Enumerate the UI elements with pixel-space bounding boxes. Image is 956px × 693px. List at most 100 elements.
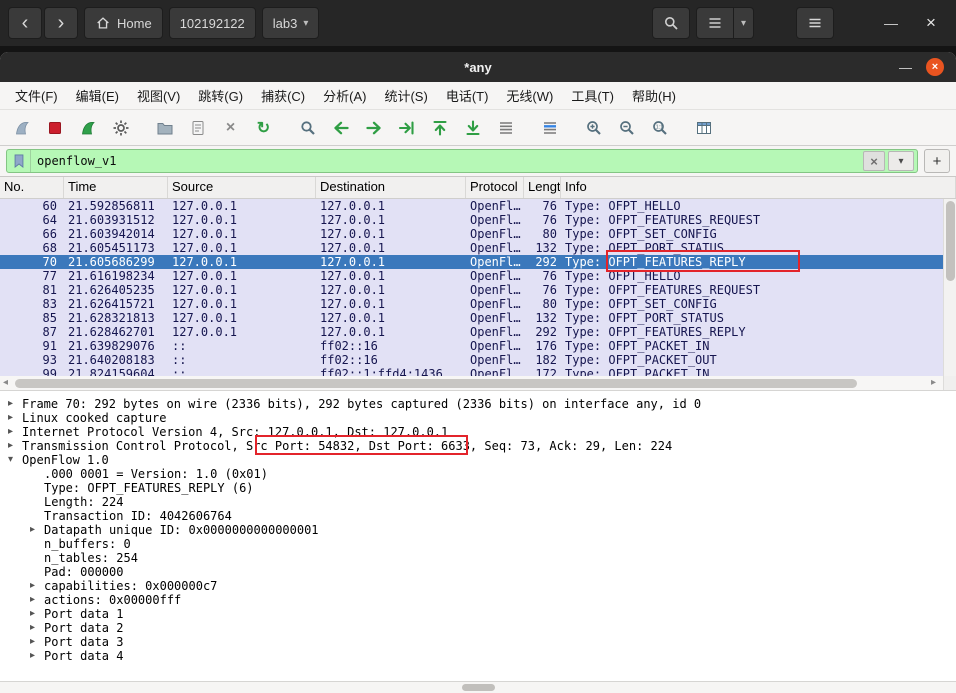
minimize-button[interactable]: — bbox=[899, 60, 912, 75]
packet-row-60[interactable]: 60 21.592856811 127.0.0.1 127.0.0.1 OpenFl… 7… bbox=[0, 199, 943, 213]
reload-button[interactable]: ↻ bbox=[248, 114, 279, 142]
restart-capture-button[interactable] bbox=[72, 114, 103, 142]
menu-item-3[interactable]: 跳转(G) bbox=[189, 86, 252, 105]
detail-line-14[interactable]: ▸ actions: 0x00000fff bbox=[0, 593, 956, 607]
zoom-out-button[interactable] bbox=[611, 114, 642, 142]
list-view-button[interactable] bbox=[696, 7, 734, 39]
expanded-arrow-icon[interactable]: ▾ bbox=[8, 453, 22, 467]
detail-line-11[interactable]: n_tables: 254 bbox=[0, 551, 956, 565]
bookmark-icon[interactable] bbox=[7, 150, 31, 172]
column-header-time[interactable]: Time bbox=[64, 177, 168, 198]
column-header-no[interactable]: No. bbox=[0, 177, 64, 198]
close-button[interactable]: × bbox=[926, 58, 944, 76]
collapsed-arrow-icon[interactable]: ▸ bbox=[30, 593, 44, 607]
auto-scroll-button[interactable] bbox=[490, 114, 521, 142]
stop-capture-button[interactable] bbox=[39, 114, 70, 142]
packet-row-83[interactable]: 83 21.626415721 127.0.0.1 127.0.0.1 OpenFl… 8… bbox=[0, 297, 943, 311]
detail-line-2[interactable]: ▸ Internet Protocol Version 4, Src: 127.0… bbox=[0, 425, 956, 439]
collapsed-arrow-icon[interactable]: ▸ bbox=[30, 635, 44, 649]
detail-line-17[interactable]: ▸ Port data 3 bbox=[0, 635, 956, 649]
pathbar-102192122[interactable]: 102192122 bbox=[168, 7, 256, 39]
capture-options-button[interactable] bbox=[105, 114, 136, 142]
packet-row-91[interactable]: 91 21.639829076:: ff02::16 OpenFl… 176 Type: … bbox=[0, 339, 943, 353]
detail-line-9[interactable]: ▸ Datapath unique ID: 0x0000000000000001 bbox=[0, 523, 956, 537]
hamburger-menu-button[interactable] bbox=[796, 7, 834, 39]
filter-add-button[interactable]: + bbox=[924, 149, 950, 173]
filter-dropdown-button[interactable]: ▾ bbox=[888, 151, 914, 171]
detail-line-15[interactable]: ▸ Port data 1 bbox=[0, 607, 956, 621]
save-file-button[interactable] bbox=[182, 114, 213, 142]
zoom-reset-button[interactable]: 1:1 bbox=[644, 114, 675, 142]
zoom-in-button[interactable] bbox=[578, 114, 609, 142]
wireshark-titlebar[interactable]: *any — × bbox=[0, 52, 956, 82]
vertical-scrollbar[interactable] bbox=[943, 199, 956, 376]
detail-line-6[interactable]: Type: OFPT_FEATURES_REPLY (6) bbox=[0, 481, 956, 495]
colorize-button[interactable] bbox=[534, 114, 565, 142]
collapsed-arrow-icon[interactable]: ▸ bbox=[8, 425, 22, 439]
detail-line-13[interactable]: ▸ capabilities: 0x000000c7 bbox=[0, 579, 956, 593]
fm-minimize-button[interactable]: — bbox=[874, 7, 908, 39]
detail-line-10[interactable]: n_buffers: 0 bbox=[0, 537, 956, 551]
go-to-packet-button[interactable] bbox=[391, 114, 422, 142]
pathbar-lab3[interactable]: lab3 ▾ bbox=[261, 7, 320, 39]
view-options-button[interactable]: ▾ bbox=[734, 7, 754, 39]
collapsed-arrow-icon[interactable]: ▸ bbox=[30, 523, 44, 537]
details-scrollbar-thumb[interactable] bbox=[462, 684, 495, 691]
packet-row-87[interactable]: 87 21.628462701 127.0.0.1 127.0.0.1 OpenFl… 2… bbox=[0, 325, 943, 339]
packet-row-99[interactable]: 99 21.824159604:: ff02::1:ffd4:1436 OpenFl…… bbox=[0, 367, 943, 376]
collapsed-arrow-icon[interactable]: ▸ bbox=[30, 607, 44, 621]
find-packet-button[interactable] bbox=[292, 114, 323, 142]
detail-line-4[interactable]: ▾ OpenFlow 1.0 bbox=[0, 453, 956, 467]
collapsed-arrow-icon[interactable]: ▸ bbox=[30, 649, 44, 663]
collapsed-arrow-icon[interactable]: ▸ bbox=[8, 411, 22, 425]
menu-item-9[interactable]: 工具(T) bbox=[562, 86, 623, 105]
pathbar-home[interactable]: Home bbox=[84, 7, 163, 39]
menu-item-7[interactable]: 电话(T) bbox=[437, 86, 498, 105]
horizontal-scrollbar[interactable]: ◂ ▸ bbox=[0, 376, 956, 391]
forward-button[interactable]: › bbox=[44, 7, 78, 39]
collapsed-arrow-icon[interactable]: ▸ bbox=[30, 621, 44, 635]
go-bottom-button[interactable] bbox=[457, 114, 488, 142]
collapsed-arrow-icon[interactable]: ▸ bbox=[30, 579, 44, 593]
detail-line-16[interactable]: ▸ Port data 2 bbox=[0, 621, 956, 635]
packet-row-64[interactable]: 64 21.603931512 127.0.0.1 127.0.0.1 OpenFl… 7… bbox=[0, 213, 943, 227]
go-back-button[interactable] bbox=[325, 114, 356, 142]
open-file-button[interactable] bbox=[149, 114, 180, 142]
column-header-protocol[interactable]: Protocol bbox=[466, 177, 524, 198]
packet-row-85[interactable]: 85 21.628321813 127.0.0.1 127.0.0.1 OpenFl… 1… bbox=[0, 311, 943, 325]
detail-line-1[interactable]: ▸ Linux cooked capture bbox=[0, 411, 956, 425]
go-top-button[interactable] bbox=[424, 114, 455, 142]
packet-row-70[interactable]: 70 21.605686299 127.0.0.1 127.0.0.1 OpenFl… 2… bbox=[0, 255, 943, 269]
packet-row-93[interactable]: 93 21.640208183:: ff02::16 OpenFl… 182 Type: … bbox=[0, 353, 943, 367]
menu-item-0[interactable]: 文件(F) bbox=[6, 86, 67, 105]
filter-clear-button[interactable]: × bbox=[863, 151, 885, 171]
detail-line-12[interactable]: Pad: 000000 bbox=[0, 565, 956, 579]
menu-item-6[interactable]: 统计(S) bbox=[375, 86, 436, 105]
detail-line-5[interactable]: .000 0001 = Version: 1.0 (0x01) bbox=[0, 467, 956, 481]
column-header-length[interactable]: Length bbox=[524, 177, 561, 198]
menu-item-5[interactable]: 分析(A) bbox=[314, 86, 375, 105]
menu-item-8[interactable]: 无线(W) bbox=[497, 86, 562, 105]
detail-line-7[interactable]: Length: 224 bbox=[0, 495, 956, 509]
packet-row-68[interactable]: 68 21.605451173 127.0.0.1 127.0.0.1 OpenFl… 1… bbox=[0, 241, 943, 255]
menu-item-4[interactable]: 捕获(C) bbox=[252, 86, 314, 105]
column-header-info[interactable]: Info bbox=[561, 177, 956, 198]
packet-row-77[interactable]: 77 21.616198234 127.0.0.1 127.0.0.1 OpenFl… 7… bbox=[0, 269, 943, 283]
menu-item-10[interactable]: 帮助(H) bbox=[623, 86, 685, 105]
search-button[interactable] bbox=[652, 7, 690, 39]
details-horizontal-scrollbar[interactable] bbox=[0, 681, 956, 693]
collapsed-arrow-icon[interactable]: ▸ bbox=[8, 439, 22, 453]
resize-columns-button[interactable] bbox=[688, 114, 719, 142]
detail-line-3[interactable]: ▸ Transmission Control Protocol, Src Port… bbox=[0, 439, 956, 453]
column-header-destination[interactable]: Destination bbox=[316, 177, 466, 198]
packet-row-66[interactable]: 66 21.603942014 127.0.0.1 127.0.0.1 OpenFl… 8… bbox=[0, 227, 943, 241]
fm-close-button[interactable]: × bbox=[914, 7, 948, 39]
scroll-right-icon[interactable]: ▸ bbox=[931, 377, 936, 388]
collapsed-arrow-icon[interactable]: ▸ bbox=[8, 397, 22, 411]
back-button[interactable]: ‹ bbox=[8, 7, 42, 39]
packet-row-81[interactable]: 81 21.626405235 127.0.0.1 127.0.0.1 OpenFl… 7… bbox=[0, 283, 943, 297]
scroll-left-icon[interactable]: ◂ bbox=[3, 377, 8, 388]
detail-line-8[interactable]: Transaction ID: 4042606764 bbox=[0, 509, 956, 523]
column-header-source[interactable]: Source bbox=[168, 177, 316, 198]
menu-item-2[interactable]: 视图(V) bbox=[128, 86, 189, 105]
